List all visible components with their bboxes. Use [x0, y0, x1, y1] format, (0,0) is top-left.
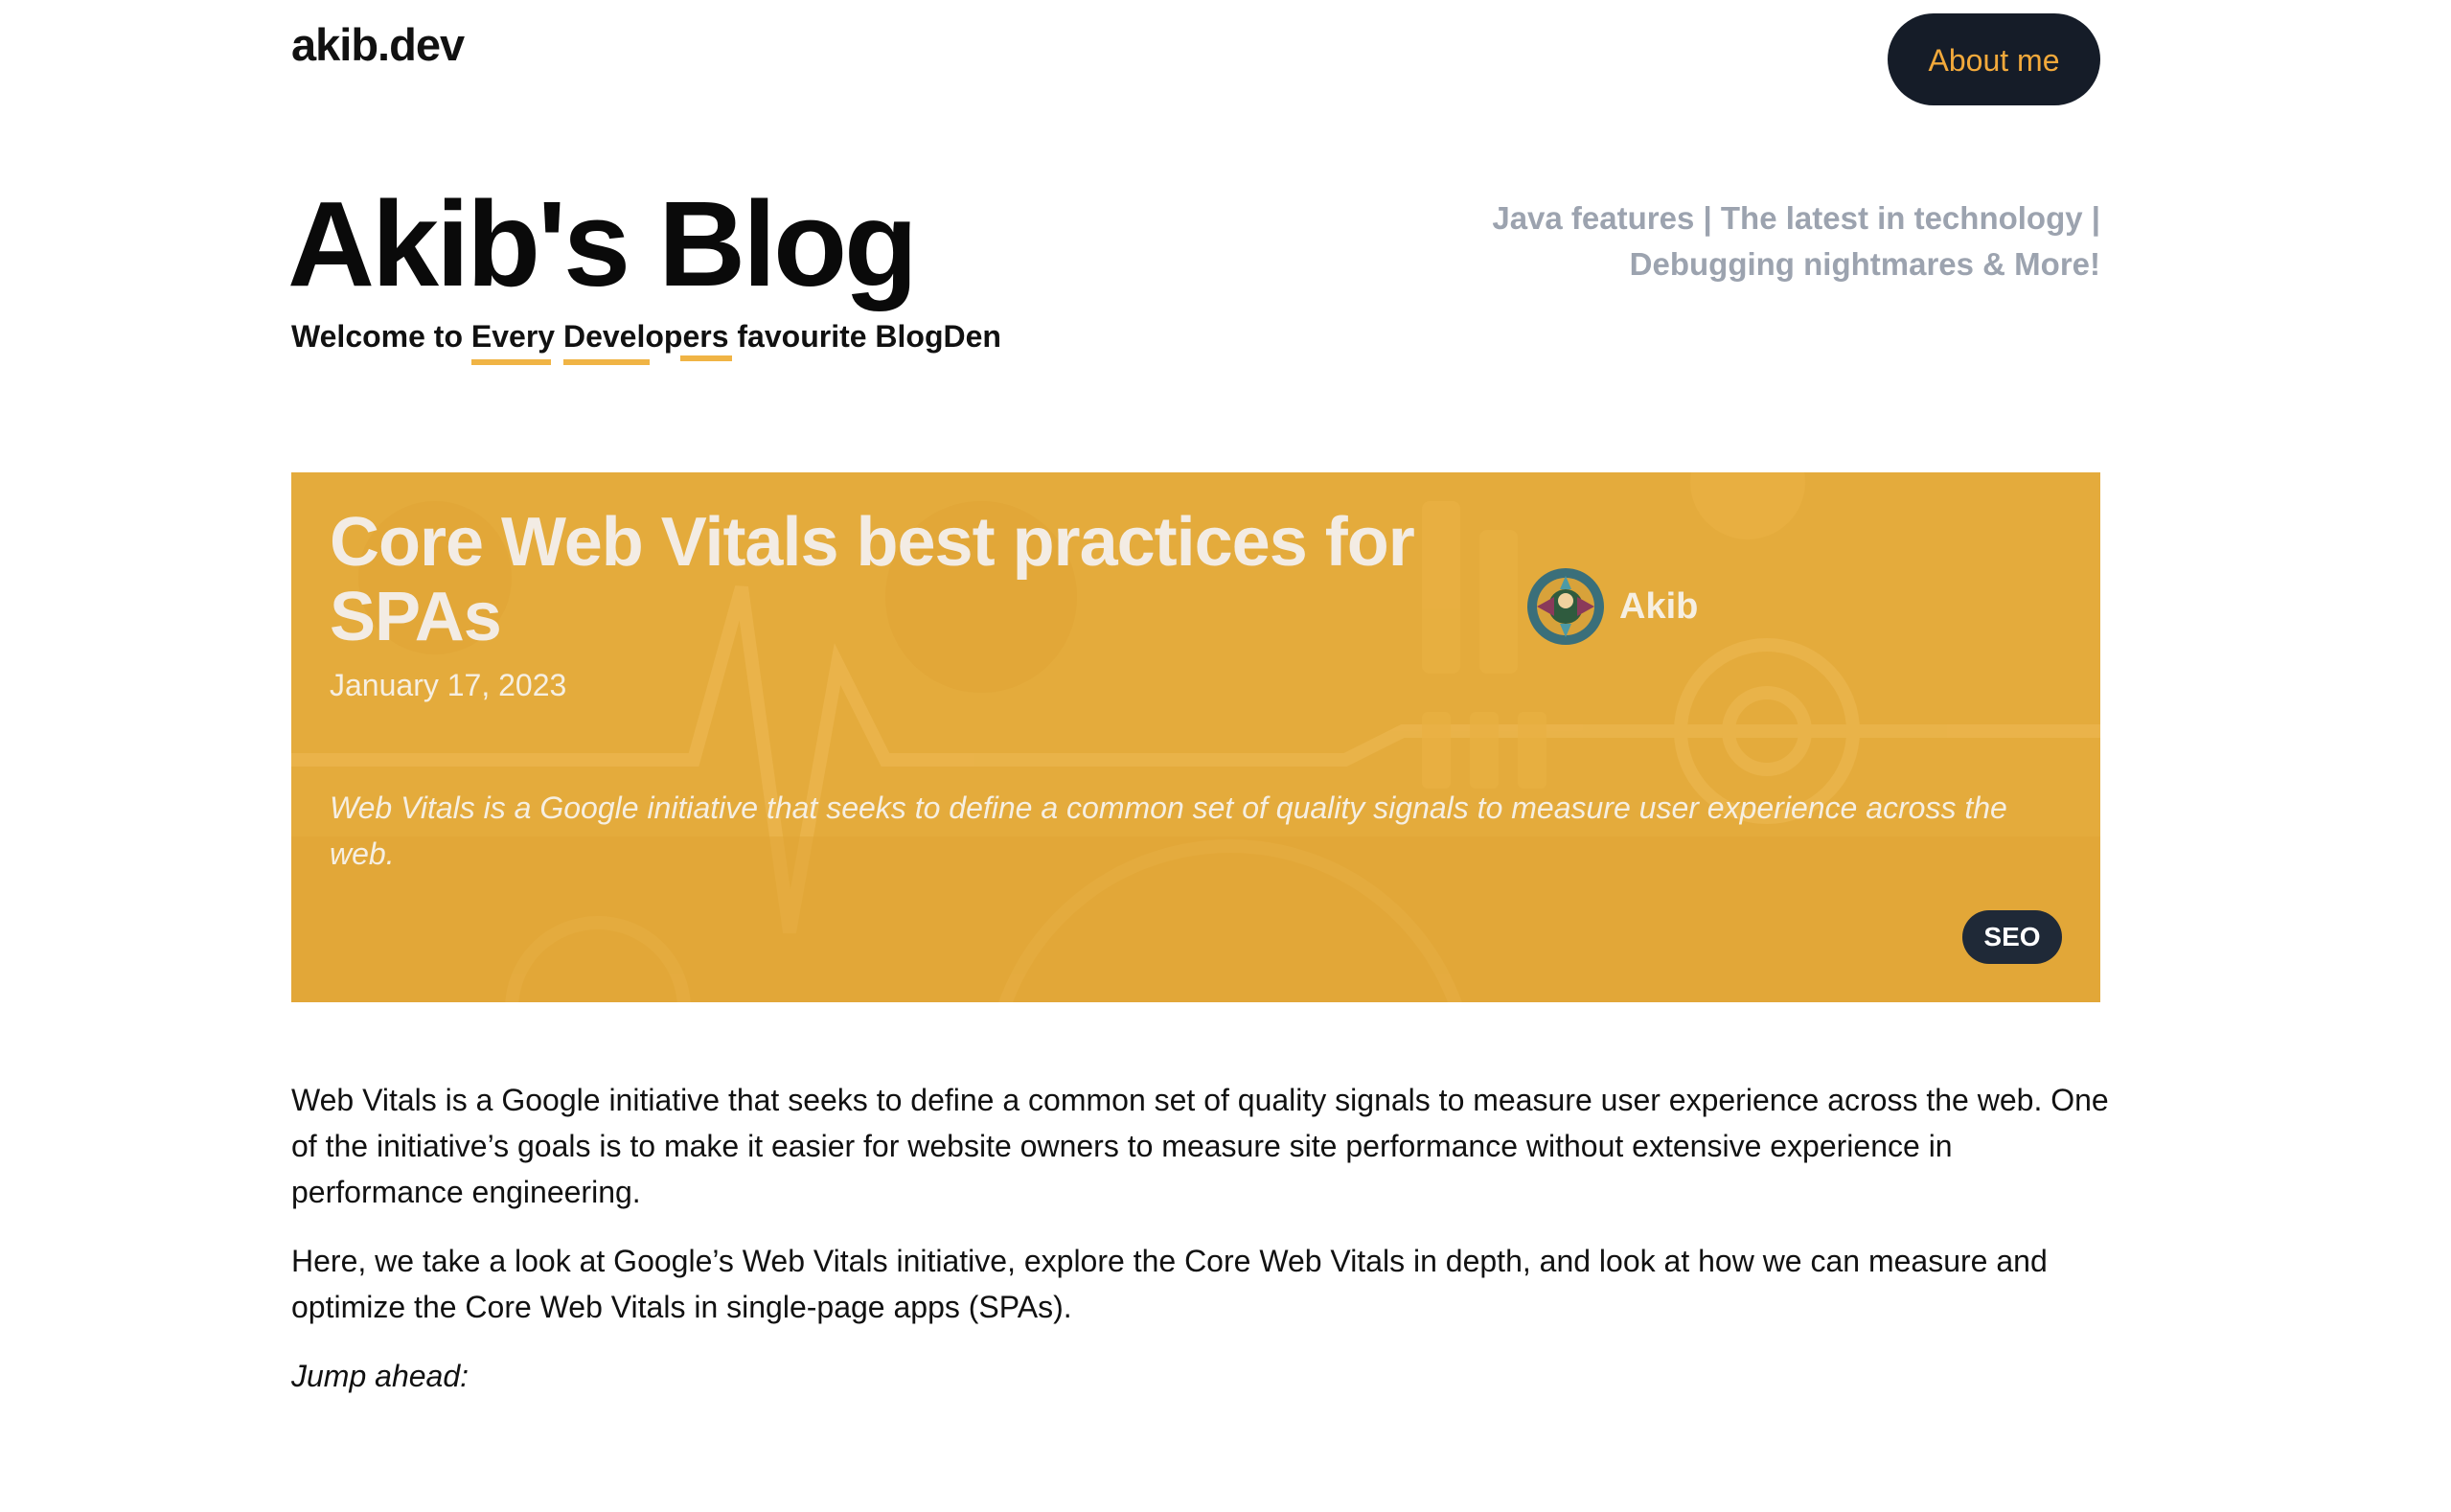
jump-ahead-label: Jump ahead:	[291, 1359, 470, 1393]
featured-post-excerpt: Web Vitals is a Google initiative that s…	[330, 790, 2007, 871]
author-avatar	[1527, 568, 1604, 645]
tagline-line-2: Debugging nightmares & More!	[1629, 246, 2100, 282]
welcome-suffix: favourite BlogDen	[728, 319, 1001, 354]
blog-title: Akib's Blog	[287, 176, 918, 311]
article-paragraph: Here, we take a look at Google’s Web Vit…	[291, 1244, 2048, 1324]
blog-tagline: Java features | The latest in technology…	[1410, 195, 2100, 287]
welcome-word-developers: Developers	[562, 313, 729, 365]
page: akib.dev About me Akib's Blog Welcome to…	[0, 0, 2451, 1512]
featured-post-date: January 17, 2023	[330, 668, 567, 702]
tagline-line-1: Java features | The latest in technology…	[1492, 200, 2100, 236]
welcome-prefix: Welcome to	[291, 319, 471, 354]
welcome-subtitle: Welcome to Every Developers favourite Bl…	[291, 313, 1001, 365]
author-info: Akib	[1527, 568, 1698, 645]
tag-badge-seo[interactable]: SEO	[1962, 910, 2062, 964]
site-logo[interactable]: akib.dev	[291, 13, 465, 77]
article-body: Web Vitals is a Google initiative that s…	[291, 1077, 2112, 1422]
about-me-button[interactable]: About me	[1888, 13, 2100, 105]
welcome-word-every: Every	[470, 313, 555, 365]
article-paragraph: Web Vitals is a Google initiative that s…	[291, 1083, 2109, 1209]
featured-post-card[interactable]: Core Web Vitals best practices for SPAs …	[291, 472, 2100, 1002]
featured-post-title[interactable]: Core Web Vitals best practices for SPAs	[330, 505, 1499, 654]
author-name: Akib	[1619, 585, 1699, 627]
developers-underline-tail	[680, 355, 732, 361]
